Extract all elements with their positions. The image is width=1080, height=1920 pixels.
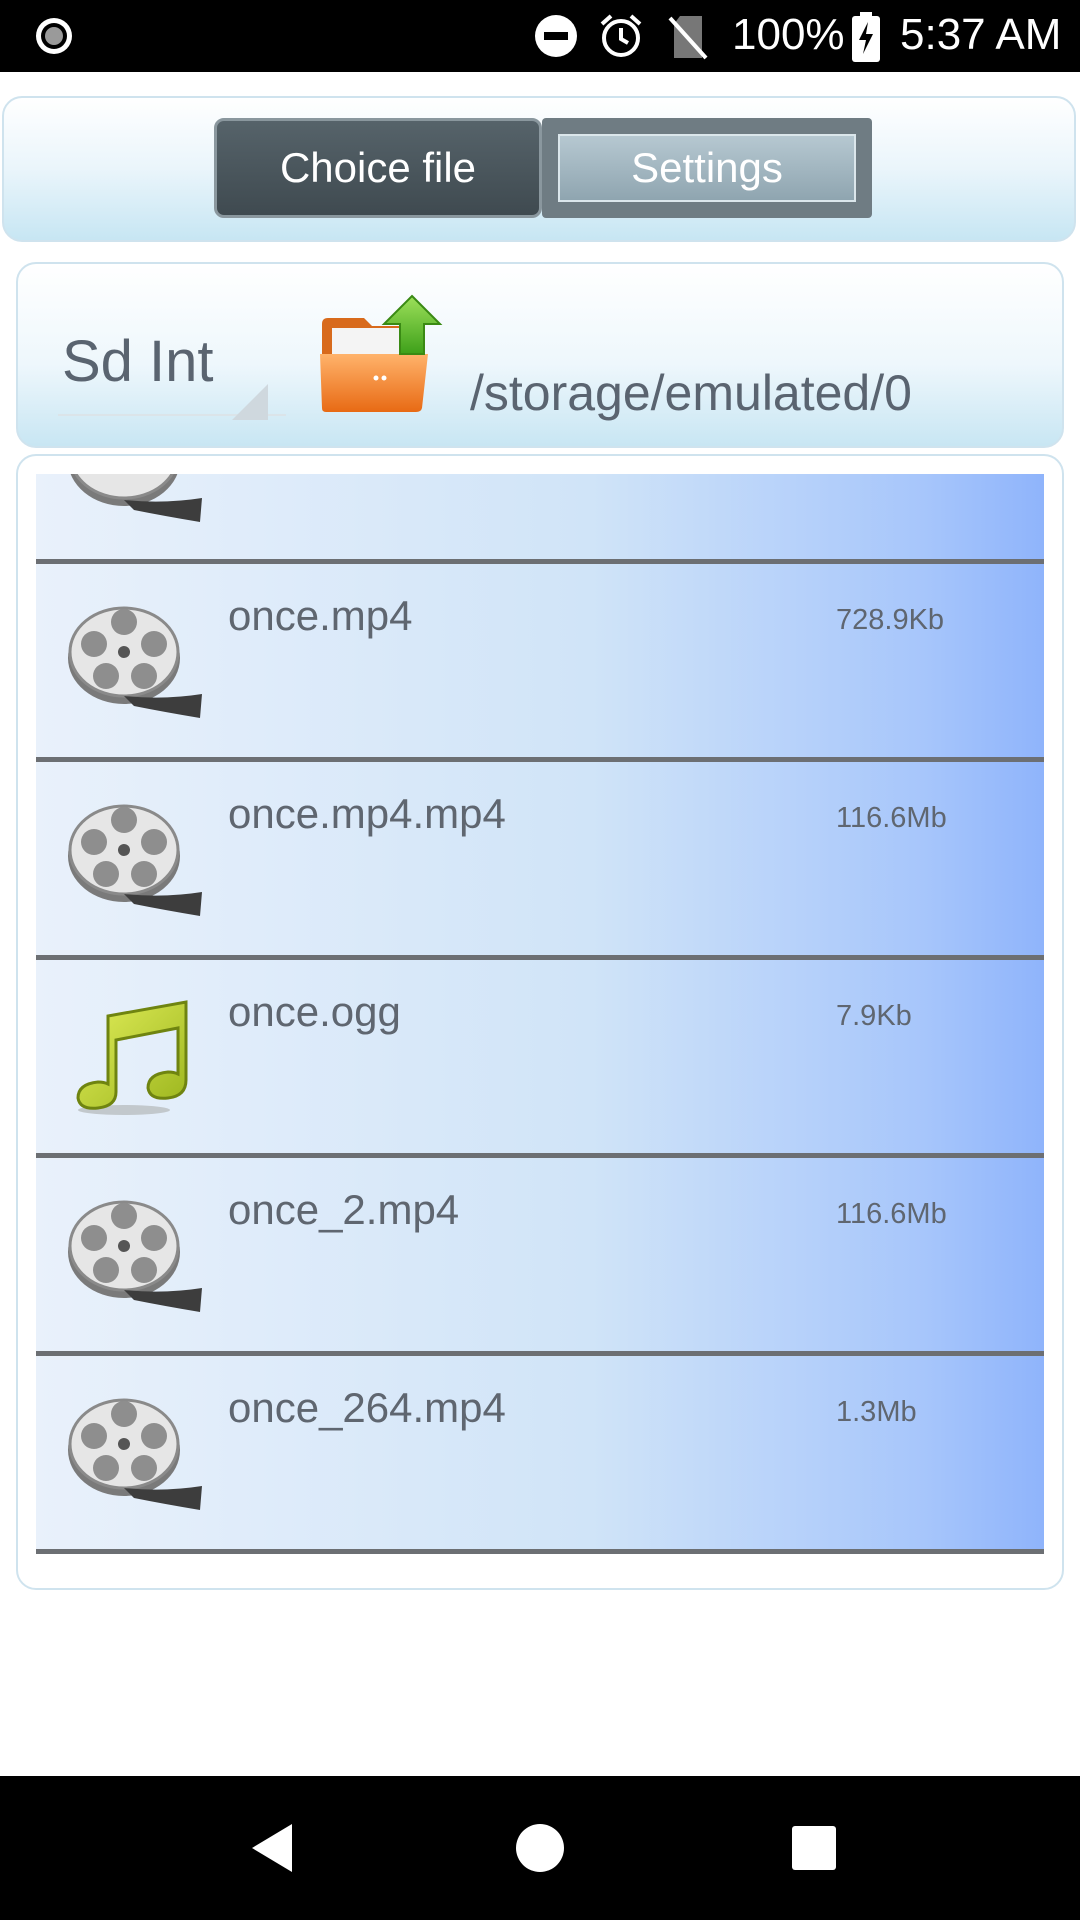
tab-label: Choice file: [279, 144, 477, 191]
tab-settings[interactable]: Settings: [542, 118, 872, 218]
file-size: 7.9Kb: [836, 1000, 912, 1032]
record-icon: [36, 18, 72, 54]
current-path: /storage/emulated/0: [470, 365, 912, 421]
file-name: once.mp4.mp4: [228, 790, 506, 837]
film-reel-icon: [68, 606, 202, 718]
recents-icon[interactable]: [786, 1820, 842, 1876]
tab-settings-face: Settings: [558, 134, 856, 202]
dropdown-triangle-icon: [232, 384, 268, 420]
list-item[interactable]: once.ogg 7.9Kb: [36, 960, 1044, 1158]
folder-up-icon[interactable]: [318, 294, 454, 416]
battery-percent: 100%: [732, 10, 845, 59]
file-name: once.mp4: [228, 592, 413, 639]
no-sim-icon: [668, 16, 708, 60]
tab-choice-file[interactable]: Choice file: [214, 118, 542, 218]
battery-charging-icon: [852, 12, 880, 62]
file-size: 116.6Mb: [836, 802, 947, 834]
list-item[interactable]: once_2.mp4 116.6Mb: [36, 1158, 1044, 1356]
film-reel-icon: [68, 1200, 202, 1312]
file-size: 1.3Mb: [836, 1396, 917, 1428]
file-name: once_264.mp4: [228, 1384, 506, 1431]
film-reel-icon: [68, 1398, 202, 1510]
list-item[interactable]: [36, 474, 1044, 564]
navigation-bar: [0, 1776, 1080, 1920]
film-reel-icon: [70, 474, 202, 522]
do-not-disturb-icon: [535, 15, 577, 57]
alarm-icon: [600, 14, 642, 57]
file-size: 728.9Kb: [836, 604, 945, 636]
file-list[interactable]: once.mp4 728.9Kb once.mp4.mp4 116.6Mb on…: [16, 454, 1064, 1590]
drive-selector[interactable]: Sd Int: [62, 328, 214, 395]
file-size: 116.6Mb: [836, 1198, 947, 1230]
home-icon[interactable]: [512, 1820, 568, 1876]
tab-label: Settings: [631, 144, 783, 191]
file-name: once.ogg: [228, 988, 401, 1035]
list-item[interactable]: once_264.mp4 1.3Mb: [36, 1356, 1044, 1554]
list-item[interactable]: once.mp4.mp4 116.6Mb: [36, 762, 1044, 960]
location-panel: Sd Int /storage/emulated/0: [16, 262, 1064, 448]
film-reel-icon: [68, 804, 202, 916]
file-list-viewport: once.mp4 728.9Kb once.mp4.mp4 116.6Mb on…: [36, 474, 1044, 1570]
clock: 5:37 AM: [900, 10, 1062, 59]
list-item[interactable]: once.mp4 728.9Kb: [36, 564, 1044, 762]
status-bar: 100% 5:37 AM: [0, 0, 1080, 72]
tab-bar: Choice file Settings: [2, 96, 1076, 242]
back-icon[interactable]: [244, 1820, 300, 1876]
file-name: once_2.mp4: [228, 1186, 460, 1233]
music-note-icon: [76, 1000, 188, 1115]
